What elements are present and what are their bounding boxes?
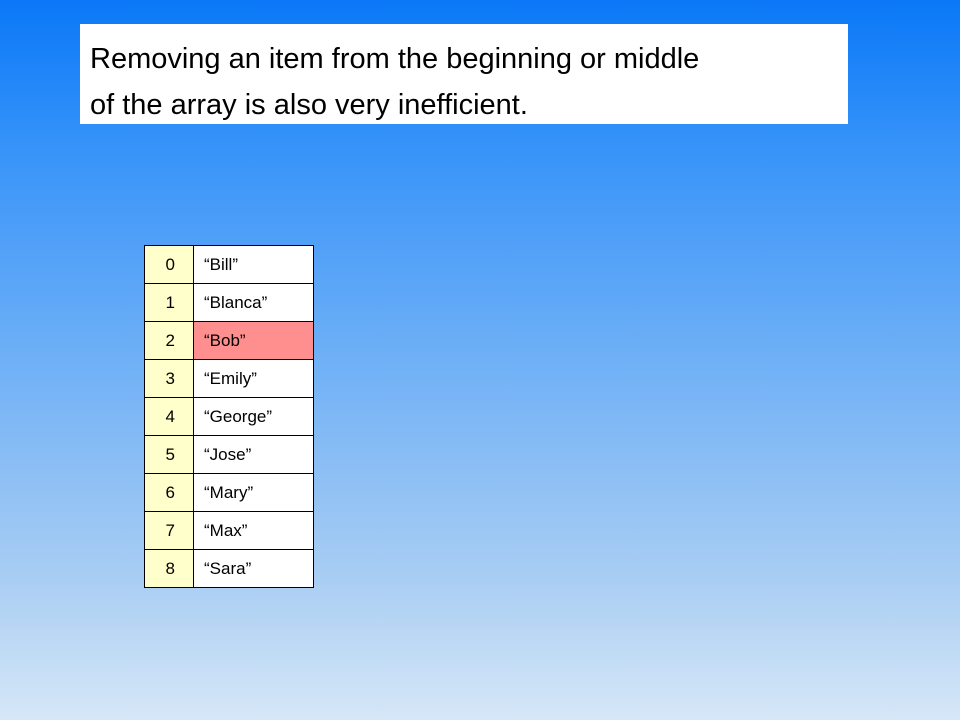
caption-box: Removing an item from the beginning or m… (80, 24, 848, 124)
array-row: 4 “George” (144, 397, 314, 436)
caption-line-2: of the array is also very inefficient. (90, 89, 528, 121)
array-value-cell: “Bill” (193, 245, 314, 284)
caption-line-1: Removing an item from the beginning or m… (90, 43, 700, 75)
array-row: 1 “Blanca” (144, 283, 314, 322)
array-row: 6 “Mary” (144, 473, 314, 512)
array-index-cell: 2 (144, 321, 194, 360)
array-value-cell: “Emily” (193, 359, 314, 398)
array-index-cell: 4 (144, 397, 194, 436)
array-index-cell: 8 (144, 549, 194, 588)
array-value-cell: “Mary” (193, 473, 314, 512)
array-index-cell: 0 (144, 245, 194, 284)
array-value-cell: “Blanca” (193, 283, 314, 322)
array-value-cell-highlighted: “Bob” (193, 321, 314, 360)
array-index-cell: 1 (144, 283, 194, 322)
array-row: 5 “Jose” (144, 435, 314, 474)
array-index-cell: 6 (144, 473, 194, 512)
array-index-cell: 7 (144, 511, 194, 550)
array-row: 7 “Max” (144, 511, 314, 550)
array-value-cell: “Sara” (193, 549, 314, 588)
array-row-highlighted: 2 “Bob” (144, 321, 314, 360)
array-index-cell: 5 (144, 435, 194, 474)
array-row: 3 “Emily” (144, 359, 314, 398)
array-row: 8 “Sara” (144, 549, 314, 588)
array-index-cell: 3 (144, 359, 194, 398)
array-table: 0 “Bill” 1 “Blanca” 2 “Bob” 3 “Emily” 4 … (144, 245, 314, 588)
array-value-cell: “Jose” (193, 435, 314, 474)
array-row: 0 “Bill” (144, 245, 314, 284)
array-value-cell: “George” (193, 397, 314, 436)
array-value-cell: “Max” (193, 511, 314, 550)
